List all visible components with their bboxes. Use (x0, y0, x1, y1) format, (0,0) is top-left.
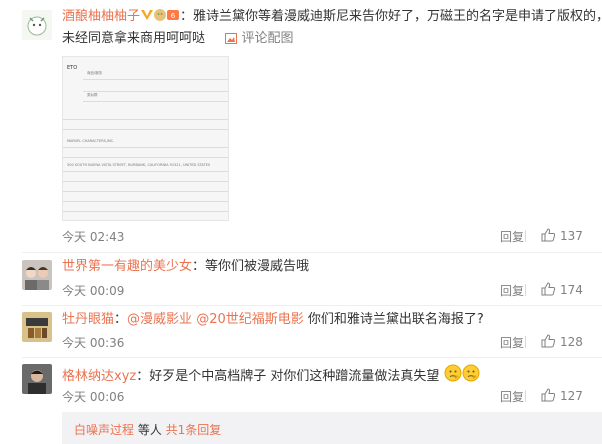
thinking-emoji-icon (462, 364, 480, 388)
comment-time: 今天 00:06 (62, 390, 125, 404)
reply-button[interactable]: 回复 (500, 228, 524, 245)
comment-username[interactable]: 格林纳达xyz (62, 369, 136, 384)
comment-body-prefix: ： (114, 312, 128, 327)
view-replies-link[interactable]: 共1条回复 (166, 423, 222, 437)
thumbs-up-icon (541, 282, 556, 296)
mention-link[interactable]: @漫威影业 (127, 312, 192, 327)
avatar[interactable] (22, 364, 52, 394)
comment-body: ：雅诗兰黛你等着漫威迪斯尼来告你好了，万磁王的名字是申请了版权的，你 (180, 9, 602, 24)
like-count: 137 (560, 229, 583, 243)
mention-link[interactable]: @20世纪福斯电影 (196, 312, 304, 327)
reply-button[interactable]: 回复 (500, 334, 524, 351)
comment-image[interactable]: ETO 商品/服务 类似群 MARVEL CHARACTERS,INC. 500… (62, 56, 229, 221)
comment-body: ：等你们被漫威告哦 (192, 259, 310, 274)
replies-middle-text: 等人 (134, 423, 166, 437)
avatar[interactable] (22, 10, 52, 40)
like-count: 174 (560, 283, 583, 297)
action-separator (525, 230, 526, 242)
thumbs-up-icon (541, 388, 556, 402)
comment-username[interactable]: 牡丹眼猫 (62, 312, 114, 327)
verified-v-icon[interactable] (140, 8, 154, 28)
comment-text: 酒酿柚柚柚子 6 ：雅诗兰黛你等着漫威迪斯尼来告你好了，万磁王的名字是申请了版权的，… (62, 8, 602, 28)
divider (22, 252, 602, 253)
action-separator (525, 336, 526, 348)
comment-text: 格林纳达xyz：好歹是个中高档牌子 对你们这种蹭流量做法真失望 (62, 364, 480, 388)
like-button[interactable]: 137 (540, 227, 583, 243)
action-separator (525, 390, 526, 402)
like-count: 127 (560, 389, 583, 403)
comment-text-continued: 未经同意拿来商用呵呵哒 评论配图 (62, 30, 293, 50)
thinking-emoji-icon (444, 364, 462, 388)
divider (22, 357, 602, 358)
comment-body-line2: 未经同意拿来商用呵呵哒 (62, 31, 206, 46)
like-button[interactable]: 128 (540, 333, 583, 349)
replies-summary: 白噪声过程 等人 共1条回复 (62, 412, 602, 444)
comment-body: ：好歹是个中高档牌子 对你们这种蹭流量做法真失望 (136, 369, 440, 384)
comment-username[interactable]: 世界第一有趣的美少女 (62, 259, 192, 274)
image-icon (225, 32, 238, 50)
reply-button[interactable]: 回复 (500, 282, 524, 299)
comment-body: 你们和雅诗兰黛出联名海报了? (303, 312, 484, 327)
comment-text: 世界第一有趣的美少女：等你们被漫威告哦 (62, 258, 309, 276)
view-image-label: 评论配图 (241, 31, 294, 46)
doc-applicant: MARVEL CHARACTERS,INC. (67, 139, 115, 143)
thumbs-up-icon (541, 334, 556, 348)
comment-username[interactable]: 酒酿柚柚柚子 (62, 9, 140, 24)
avatar[interactable] (22, 260, 52, 290)
action-separator (525, 284, 526, 296)
comment-time: 今天 02:43 (62, 230, 125, 244)
reply-username[interactable]: 白噪声过程 (74, 423, 134, 437)
like-button[interactable]: 127 (540, 387, 583, 403)
view-image-link[interactable]: 评论配图 (225, 31, 293, 46)
doc-row-label: 商品/服务 (87, 71, 103, 75)
like-button[interactable]: 174 (540, 281, 583, 297)
comment-text: 牡丹眼猫：@漫威影业 @20世纪福斯电影 你们和雅诗兰黛出联名海报了? (62, 311, 484, 329)
comment-list: 酒酿柚柚柚子 6 ：雅诗兰黛你等着漫威迪斯尼来告你好了，万磁王的名字是申请了版权的，… (0, 0, 602, 444)
reply-button[interactable]: 回复 (500, 388, 524, 405)
member-badge-icon[interactable]: 6 (154, 8, 180, 28)
doc-address: 500 SOUTH BUENA VISTA STREET, BURBANK, C… (67, 163, 211, 167)
svg-text:6: 6 (171, 12, 176, 20)
comment-time: 今天 00:09 (62, 284, 125, 298)
thumbs-up-icon (541, 228, 556, 242)
replies-summary-text: 白噪声过程 等人 共1条回复 (74, 421, 221, 438)
avatar[interactable] (22, 312, 52, 342)
like-count: 128 (560, 335, 583, 349)
divider (22, 305, 602, 306)
comment-time: 今天 00:36 (62, 336, 125, 350)
